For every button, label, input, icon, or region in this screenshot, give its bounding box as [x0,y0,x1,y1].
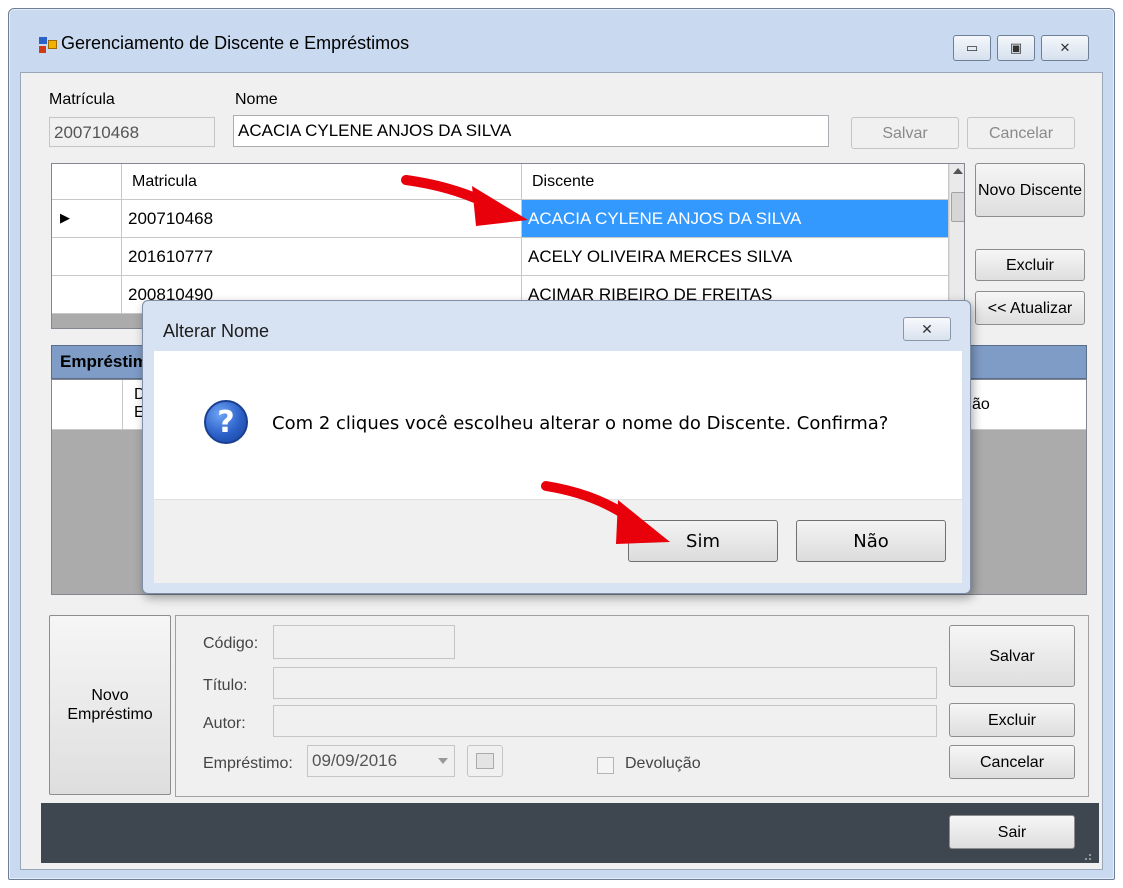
current-row-marker-icon: ▶ [60,210,70,225]
loan-save-button[interactable]: Salvar [949,625,1075,687]
scroll-thumb[interactable] [951,192,964,222]
calendar-button[interactable] [467,745,503,777]
matricula-field[interactable]: 200710468 [49,117,215,147]
row-header[interactable] [52,238,122,276]
footer-bar: Sair [41,803,1099,863]
nome-input[interactable]: ACACIA CYLENE ANJOS DA SILVA [233,115,829,147]
sair-button[interactable]: Sair [949,815,1075,849]
loan-delete-button[interactable]: Excluir [949,703,1075,737]
dialog-body: ? Com 2 cliques você escolheu alterar o … [154,351,962,499]
loan-cancel-button[interactable]: Cancelar [949,745,1075,779]
codigo-label: Código: [203,635,259,652]
annotation-arrow-icon [401,175,528,226]
emprestimo-date-value: 09/09/2016 [312,751,398,770]
atualizar-button[interactable]: << Atualizar [975,291,1085,325]
chevron-down-icon[interactable] [438,758,448,764]
novo-emprestimo-button[interactable]: Novo Empréstimo [49,615,171,795]
dialog-title: Alterar Nome [163,321,270,341]
window-title: Gerenciamento de Discente e Empréstimos [61,33,410,53]
scroll-up-icon[interactable] [953,168,963,174]
row-header[interactable]: ▶ [52,200,122,238]
app-icon [39,37,57,53]
resize-grip-icon[interactable] [1080,849,1092,861]
novo-discente-button[interactable]: Novo Discente [975,163,1085,217]
annotation-arrow-icon [541,481,670,544]
autor-label: Autor: [203,715,246,732]
calendar-icon [476,753,494,769]
table-cell[interactable]: ACELY OLIVEIRA MERCES SILVA [522,238,949,276]
codigo-field[interactable] [273,625,455,659]
emprestimo-date-picker[interactable]: 09/09/2016 [307,745,455,777]
matricula-label: Matrícula [49,91,115,108]
dialog-message: Com 2 cliques você escolheu alterar o no… [272,413,889,434]
minimize-button[interactable]: ▭ [953,35,991,61]
top-save-button[interactable]: Salvar [851,117,959,149]
titulo-field[interactable] [273,667,937,699]
dialog-close-button[interactable]: ✕ [903,317,951,341]
no-button[interactable]: Não [796,520,946,562]
devolucao-label: Devolução [625,755,701,772]
titulo-label: Título: [203,677,248,694]
row-header[interactable] [52,276,122,314]
column-header-discente[interactable]: Discente [522,164,949,200]
devolucao-checkbox[interactable] [597,757,614,774]
maximize-button[interactable]: ▣ [997,35,1035,61]
question-icon: ? [204,400,248,444]
autor-field[interactable] [273,705,937,737]
nome-label: Nome [235,91,278,108]
close-button[interactable]: ✕ [1041,35,1089,61]
top-cancel-button[interactable]: Cancelar [967,117,1075,149]
excluir-discente-button[interactable]: Excluir [975,249,1085,281]
table-cell[interactable]: 201610777 [122,238,522,276]
table-cell-selected[interactable]: ACACIA CYLENE ANJOS DA SILVA [522,200,949,238]
emprestimo-label: Empréstimo: [203,755,293,772]
grid-corner [52,164,122,200]
loans-column-header-last: ão [972,396,990,413]
